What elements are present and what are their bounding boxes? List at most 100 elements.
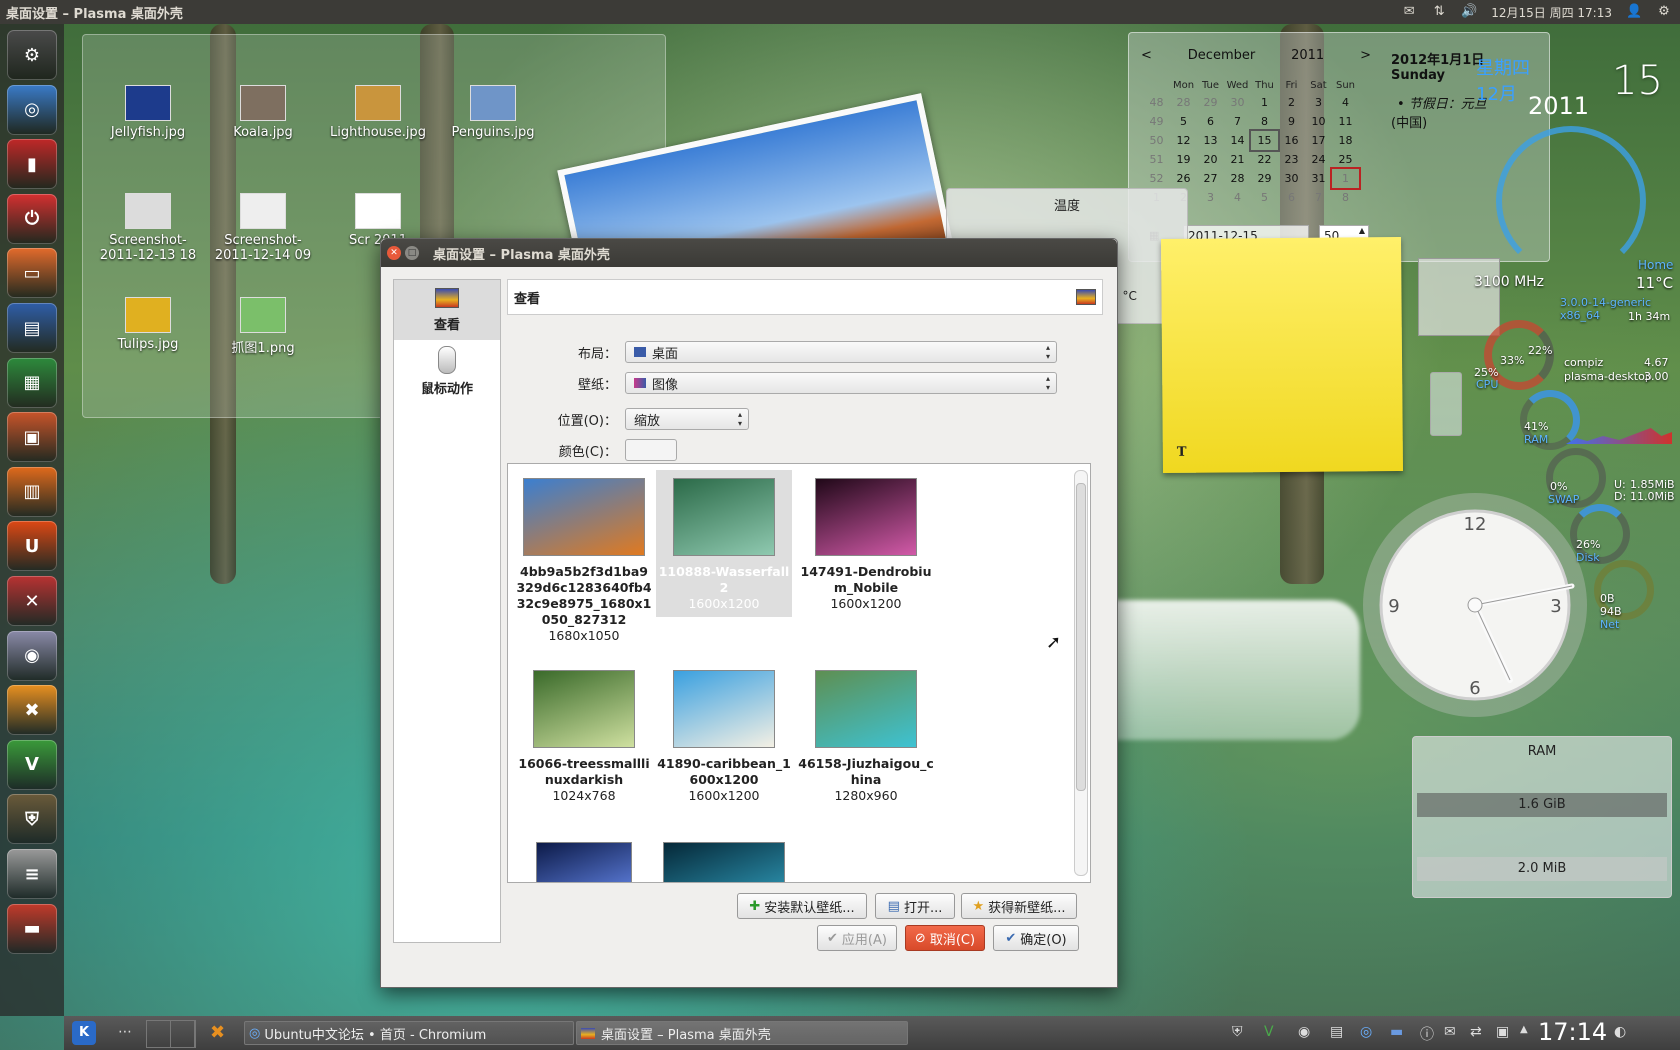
calendar-month[interactable]: December [1188, 48, 1255, 63]
wallpaper-item[interactable]: 4bb9a5b2f3d1ba9329d6c1283640fb432c9e8975… [516, 470, 652, 649]
info-tray-icon[interactable]: ⓘ [1420, 1024, 1434, 1044]
calendar-day[interactable]: 14 [1224, 131, 1251, 150]
calendar-day[interactable]: 1 [1330, 167, 1361, 190]
calendar-day[interactable]: 15 [1249, 129, 1280, 152]
minimize-icon[interactable]: □ [405, 246, 419, 260]
xchat-icon[interactable]: ✖ [7, 685, 57, 736]
volume-icon[interactable]: 🔊 [1461, 5, 1477, 19]
calendar-day[interactable]: 6 [1278, 188, 1305, 207]
calendar-day[interactable]: 25 [1332, 150, 1359, 169]
calendar-day[interactable]: 19 [1170, 150, 1197, 169]
sidebar-item-mouse-actions[interactable]: 鼠标动作 [394, 340, 500, 400]
calendar-day[interactable]: 5 [1251, 188, 1278, 207]
calendar-year[interactable]: 2011 [1291, 48, 1324, 63]
calendar-day[interactable]: 3 [1197, 188, 1224, 207]
ok-button[interactable]: ✔ 确定(O) [993, 925, 1079, 951]
calendar-day[interactable]: 27 [1197, 169, 1224, 188]
session-gear-icon[interactable]: ⚙ [1656, 5, 1672, 19]
impress-icon[interactable]: ▣ [7, 412, 57, 463]
pager-icon[interactable] [146, 1020, 196, 1048]
writer-icon[interactable]: ▤ [7, 303, 57, 353]
calendar-day[interactable]: 21 [1224, 150, 1251, 169]
wallpaper-item[interactable]: 110888-Wasserfall2 1600x1200 [656, 470, 792, 617]
desktop-file[interactable]: Screenshot-2011-12-13 18 [93, 193, 203, 263]
calendar-day[interactable]: 28 [1224, 169, 1251, 188]
close-icon[interactable]: ✕ [387, 246, 401, 260]
calendar-day[interactable]: 16 [1278, 131, 1305, 150]
sticky-note-widget[interactable]: T [1160, 236, 1404, 474]
calendar-day[interactable]: 30 [1224, 93, 1251, 112]
calendar-day[interactable]: 8 [1332, 188, 1359, 207]
kde-menu-icon[interactable]: K [72, 1021, 96, 1045]
calendar-day[interactable]: 6 [1197, 112, 1224, 131]
calendar-day[interactable]: 20 [1197, 150, 1224, 169]
desktop-file[interactable]: Screenshot-2011-12-14 09 [208, 193, 318, 263]
calendar-day[interactable]: 5 [1170, 112, 1197, 131]
calendar-day[interactable]: 29 [1251, 169, 1278, 188]
chromium-icon[interactable]: ◎ [7, 84, 57, 135]
ubuntu-one-icon[interactable]: U [7, 521, 57, 572]
calendar-day[interactable]: 26 [1170, 169, 1197, 188]
calendar-day[interactable]: 31 [1305, 169, 1332, 188]
network-tray-icon[interactable]: ⇄ [1470, 1024, 1482, 1040]
vim-tray-icon[interactable]: V [1264, 1024, 1274, 1040]
wallpaper-item[interactable]: 41890-caribbean_1600x1200 1600x1200 [656, 662, 792, 809]
network-icon[interactable]: ⇅ [1431, 5, 1447, 19]
calendar-day[interactable]: 10 [1305, 112, 1332, 131]
drives-icon[interactable]: ≡ [7, 849, 57, 899]
calendar-day[interactable]: 4 [1332, 93, 1359, 112]
wallpaper-item[interactable]: 46158-Jiuzhaigou_china 1280x960 [798, 662, 934, 809]
wallpaper-item[interactable]: 16066-treessmalllinuxdarkish 1024x768 [516, 662, 652, 809]
shield-icon[interactable]: ⛨ [7, 794, 57, 845]
clipboard-tray-icon[interactable]: ▤ [1330, 1024, 1343, 1040]
get-new-wallpapers-button[interactable]: ★ 获得新壁纸... [961, 893, 1077, 919]
open-button[interactable]: ▤ 打开... [875, 893, 955, 919]
software-center-icon[interactable]: ▥ [7, 466, 57, 517]
shield-tray-icon[interactable]: ⛨ [1232, 1024, 1243, 1040]
calendar-day[interactable]: 7 [1305, 188, 1332, 207]
vim-icon[interactable]: V [7, 739, 57, 790]
xchat-tray-icon[interactable]: ✖ [210, 1022, 225, 1043]
desktop-file[interactable]: Penguins.jpg [438, 85, 548, 140]
wallpaper-item[interactable] [656, 834, 792, 882]
apply-button[interactable]: ✔ 应用(A) [817, 925, 897, 951]
calendar-day[interactable]: 13 [1197, 131, 1224, 150]
dialog-titlebar[interactable]: ✕ □ 桌面设置 – Plasma 桌面外壳 [381, 239, 1117, 267]
position-select[interactable]: 缩放 ▴ ▾ [625, 408, 749, 430]
dash-home-icon[interactable]: ⚙ [7, 30, 57, 80]
shutdown-icon[interactable]: ⏻ [7, 193, 57, 244]
calendar-day[interactable]: 2 [1278, 93, 1305, 112]
next-month-button[interactable]: > [1360, 48, 1371, 63]
calendar-day[interactable]: 3 [1305, 93, 1332, 112]
task-desktop-settings[interactable]: 桌面设置 – Plasma 桌面外壳 [576, 1021, 908, 1045]
user-icon[interactable]: 👤 [1626, 5, 1642, 19]
app-icon-red[interactable]: ▮ [7, 139, 57, 190]
calendar-day[interactable]: 23 [1278, 150, 1305, 169]
system-settings-icon[interactable]: ✕ [7, 576, 57, 626]
cancel-button[interactable]: ⊘ 取消(C) [905, 925, 985, 951]
layout-select[interactable]: 桌面 ▴ ▾ [625, 341, 1057, 363]
wallpaper-item[interactable] [516, 834, 652, 882]
calendar-day[interactable]: 28 [1170, 93, 1197, 112]
mail-icon[interactable]: ✉ [1401, 5, 1417, 19]
expand-tray-icon[interactable]: ▲ [1520, 1024, 1528, 1035]
desktop-file[interactable]: 抓图1.png [208, 297, 318, 356]
wallpaper-select[interactable]: 图像 ▴ ▾ [625, 372, 1057, 394]
security-tray-icon[interactable]: ▣ [1496, 1024, 1509, 1040]
desktop-file[interactable]: Jellyfish.jpg [93, 85, 203, 140]
desktop-file[interactable]: Lighthouse.jpg [323, 85, 433, 140]
scrollbar-thumb[interactable] [1076, 483, 1086, 791]
chromium-tray-icon[interactable]: ◎ [1360, 1024, 1372, 1040]
task-chromium[interactable]: ◎ Ubuntu中文论坛 • 首页 - Chromium [244, 1021, 574, 1045]
calendar-day[interactable]: 7 [1224, 112, 1251, 131]
calendar-day[interactable]: 12 [1170, 131, 1197, 150]
desktop-file[interactable]: Koala.jpg [208, 85, 318, 140]
webcam-icon[interactable]: ◉ [7, 630, 57, 681]
prev-month-button[interactable]: < [1141, 48, 1152, 63]
home-folder-icon[interactable]: ▭ [7, 248, 57, 299]
calendar-day[interactable]: 29 [1197, 93, 1224, 112]
calendar-day[interactable]: 11 [1332, 112, 1359, 131]
workspace-icon[interactable]: ▬ [7, 903, 57, 954]
wallpaper-scrollbar[interactable] [1074, 470, 1088, 876]
apps-icon[interactable]: ⋯ [118, 1024, 132, 1040]
